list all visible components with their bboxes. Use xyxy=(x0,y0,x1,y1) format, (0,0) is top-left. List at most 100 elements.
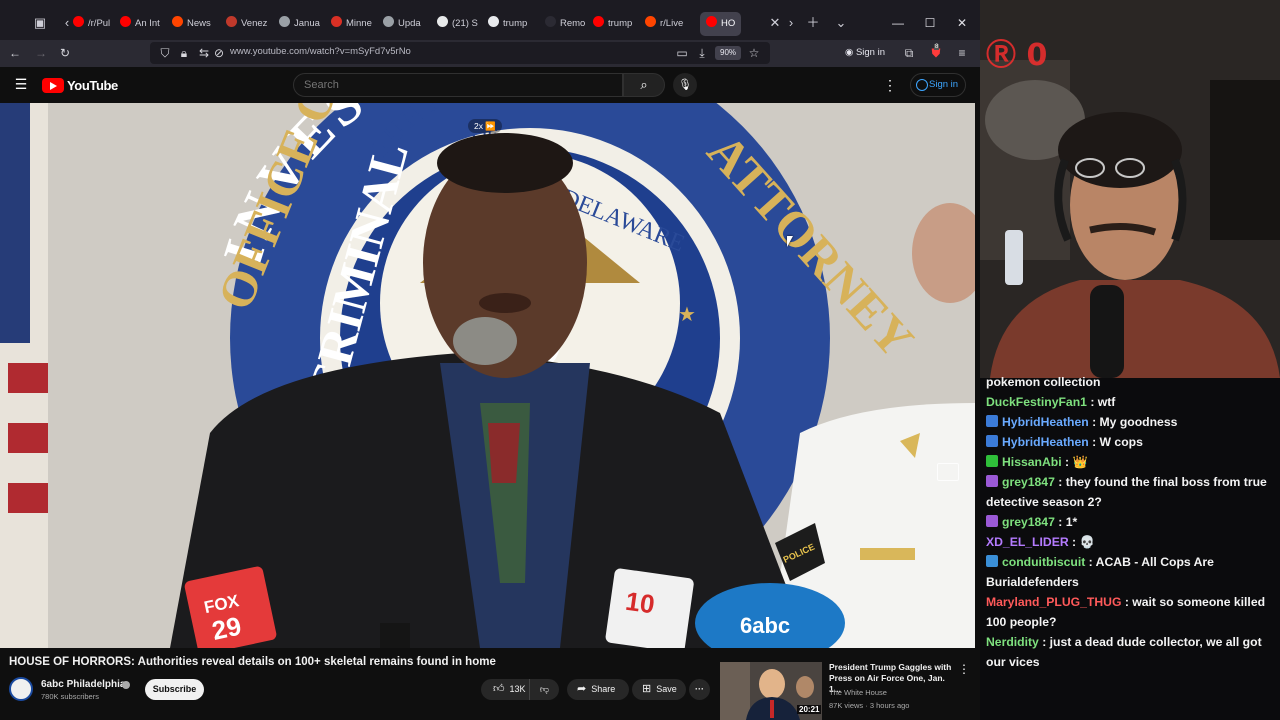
tab-favicon-icon xyxy=(226,16,237,27)
tab-label: News xyxy=(187,18,211,29)
lock-icon[interactable]: 🔒︎ xyxy=(175,44,193,62)
browser-tab[interactable]: (21) S xyxy=(437,14,478,34)
tab-overview-icon[interactable]: ▣ xyxy=(30,13,50,33)
close-window-icon[interactable]: ✕ xyxy=(952,13,972,33)
like-count: 13K xyxy=(509,684,526,694)
more-actions-button[interactable]: ··· xyxy=(689,679,710,700)
tab-favicon-icon xyxy=(545,16,556,27)
tab-label: HO xyxy=(721,18,736,29)
maximize-icon[interactable]: ☐ xyxy=(920,13,940,33)
tab-label: Remo xyxy=(560,18,586,29)
forward-icon[interactable]: → xyxy=(32,44,50,62)
channel-avatar[interactable] xyxy=(9,677,33,701)
no-microphone-icon[interactable]: ⊘ xyxy=(210,44,228,62)
chat-badge-icon xyxy=(986,555,998,567)
like-button[interactable]: 👍︎ 13K xyxy=(481,679,529,700)
browser-tab[interactable]: HO xyxy=(700,12,742,36)
browser-tab[interactable]: r/Live xyxy=(645,14,683,34)
browser-tab[interactable]: Minne xyxy=(331,14,372,34)
ublock-count: 8 xyxy=(934,44,940,50)
download-icon[interactable]: ⤓ xyxy=(693,44,711,62)
chat-text: : 💀 xyxy=(1072,535,1095,549)
browser-tab[interactable]: News xyxy=(172,14,211,34)
chat-badge-icon xyxy=(986,415,998,427)
chat-username[interactable]: conduitbiscuit xyxy=(1002,555,1085,569)
browser-tab[interactable]: Remo xyxy=(545,14,585,34)
tab-favicon-icon xyxy=(383,16,394,27)
browser-tab[interactable]: Upda xyxy=(383,14,421,34)
scroll-tabs-right-icon[interactable]: › xyxy=(781,13,801,33)
chat-message: HissanAbi : 👑 xyxy=(986,452,1278,472)
chat-username[interactable]: grey1847 xyxy=(1002,475,1055,489)
search-button[interactable]: ⌕ xyxy=(623,73,665,97)
recommended-channel[interactable]: The White House xyxy=(829,688,887,697)
picture-in-picture-icon[interactable] xyxy=(937,463,959,481)
browser-tab[interactable]: trump xyxy=(593,14,632,34)
chat-username[interactable]: HybridHeathen xyxy=(1002,415,1089,429)
chat-badge-icon xyxy=(986,435,998,447)
chat-message: Nerdidity : just a dead dude collector, … xyxy=(986,632,1278,672)
shield-icon[interactable]: ⛉ xyxy=(156,44,174,62)
mic-6abc-label: 6abc xyxy=(740,613,790,638)
chat-username[interactable]: Maryland_PLUG_THUG xyxy=(986,595,1121,609)
chat-username[interactable]: Nerdidity xyxy=(986,635,1039,649)
browser-tab[interactable]: An Int xyxy=(120,14,160,34)
tab-label: (21) S xyxy=(452,18,478,29)
tab-list-icon[interactable]: ⌄ xyxy=(831,13,851,33)
screen: ▣ ‹ /r/Pul An Int News Venez Janua Minne Upda(… xyxy=(0,0,1280,720)
new-tab-icon[interactable]: ＋ xyxy=(803,13,823,33)
cam-badge: Ⓡ 0 xyxy=(986,38,1048,73)
hamburger-menu-icon[interactable]: ☰ xyxy=(12,75,30,93)
voice-search-button[interactable]: 🎙︎ xyxy=(673,73,697,97)
channel-name[interactable]: 6abc Philadelphia xyxy=(41,679,125,690)
url-bar[interactable]: ⛉ 🔒︎ ⇆ ⊘ www.youtube.com/watch?v=mSyFd7v… xyxy=(150,42,770,64)
tab-favicon-icon xyxy=(437,16,448,27)
back-icon[interactable]: ← xyxy=(6,44,24,62)
account-signin[interactable]: ◉ Sign in xyxy=(845,44,885,62)
search-input[interactable] xyxy=(304,77,614,93)
extensions-icon[interactable]: ⧉ xyxy=(900,44,918,62)
subscribe-button[interactable]: Subscribe xyxy=(145,679,204,700)
chat-message: Maryland_PLUG_THUG : wait so someone kil… xyxy=(986,592,1278,632)
recommended-menu-icon[interactable]: ⋮ xyxy=(958,662,970,676)
save-button[interactable]: ⊞ Save xyxy=(632,679,686,700)
browser-tab[interactable]: trump xyxy=(488,14,527,34)
dislike-button[interactable]: 👎︎ xyxy=(529,679,559,700)
account-icon: ◉ xyxy=(845,47,856,58)
tab-favicon-icon xyxy=(73,16,84,27)
tab-label: Janua xyxy=(294,18,320,29)
tab-favicon-icon xyxy=(331,16,342,27)
chat-username[interactable]: grey1847 xyxy=(1002,515,1055,529)
chat-badge-icon xyxy=(986,475,998,487)
tab-label: trump xyxy=(503,18,528,29)
chat-text: : 1* xyxy=(1058,515,1078,529)
reload-icon[interactable]: ↻ xyxy=(56,44,74,62)
minimize-icon[interactable]: — xyxy=(888,13,908,33)
share-button[interactable]: ➦ Share xyxy=(567,679,629,700)
app-menu-icon[interactable]: ≡ xyxy=(953,44,971,62)
youtube-logo[interactable]: YouTube xyxy=(42,76,118,94)
zoom-level[interactable]: 90% xyxy=(715,46,742,60)
tab-favicon-icon xyxy=(593,16,604,27)
bookmark-star-icon[interactable]: ☆ xyxy=(745,44,763,62)
chat-username[interactable]: DuckFestinyFan1 xyxy=(986,395,1087,409)
url-text[interactable]: www.youtube.com/watch?v=mSyFd7v5rNo xyxy=(230,46,411,57)
thumbs-down-icon: 👎︎ xyxy=(539,684,550,694)
browser-tab[interactable]: Venez xyxy=(226,14,267,34)
chat-text: : W cops xyxy=(1092,435,1143,449)
video-frame: INVESTIGATION COUNTY OF DELAWARE OFFICE … xyxy=(0,103,975,648)
more-options-icon[interactable]: ⋮ xyxy=(882,76,898,94)
picture-in-picture-icon[interactable]: ▭ xyxy=(673,44,691,62)
svg-text:★: ★ xyxy=(678,304,696,326)
browser-tab[interactable]: Janua xyxy=(279,14,320,34)
chat-username[interactable]: HissanAbi xyxy=(1002,455,1062,469)
video-player[interactable]: INVESTIGATION COUNTY OF DELAWARE OFFICE … xyxy=(0,103,975,648)
search-box[interactable] xyxy=(293,73,623,97)
youtube-play-icon xyxy=(42,77,64,93)
browser-tab[interactable]: /r/Pul xyxy=(73,14,110,34)
chat-username[interactable]: HybridHeathen xyxy=(1002,435,1089,449)
chat-message: grey1847 : 1* xyxy=(986,512,1278,532)
youtube-signin-button[interactable]: Sign in xyxy=(910,73,966,97)
youtube-header: ☰ YouTube ⌕ 🎙︎ ⋮ Sign in xyxy=(0,67,980,103)
chat-username[interactable]: XD_EL_LIDER xyxy=(986,535,1069,549)
